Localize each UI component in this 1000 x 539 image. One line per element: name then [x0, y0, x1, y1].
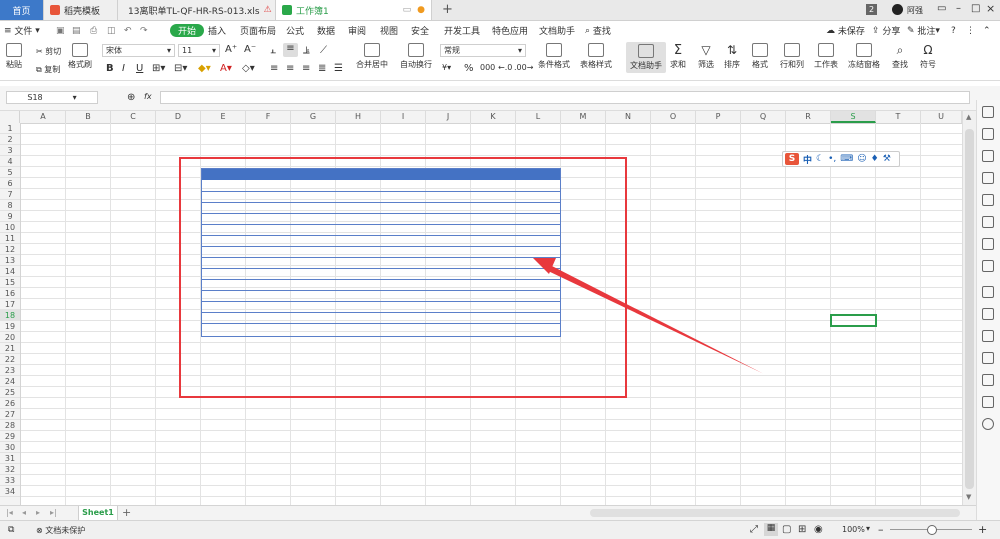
keyboard-icon[interactable]: ⌨ — [840, 154, 853, 164]
reading-view-icon[interactable]: ◉ — [814, 524, 823, 535]
share-panel-icon[interactable] — [982, 308, 994, 320]
help-panel-icon[interactable] — [982, 418, 994, 430]
protect-label: 文档未保护 — [45, 526, 86, 535]
moon-icon[interactable]: ☾ — [816, 154, 824, 164]
table-overlay — [179, 157, 877, 398]
archive-icon[interactable] — [982, 330, 994, 342]
sheet-bar: |◂ ◂ ▸ ▸| Sheet1 + — [0, 505, 976, 521]
user-icon[interactable]: ☺ — [857, 154, 866, 164]
next-sheet-icon[interactable]: ▸ — [36, 508, 40, 517]
function-panel-icon[interactable] — [982, 260, 994, 272]
horizontal-scrollbar[interactable] — [590, 509, 960, 517]
chart-icon[interactable] — [982, 216, 994, 228]
shape-icon[interactable] — [982, 150, 994, 162]
image-icon[interactable] — [982, 352, 994, 364]
table-outline — [201, 168, 561, 337]
ime-toolbar[interactable]: S 中 ☾ •, ⌨ ☺ ♦ ⚒ — [782, 151, 900, 167]
selection-icon[interactable] — [982, 194, 994, 206]
ime-mode-label[interactable]: 中 — [803, 153, 812, 166]
ime-logo-icon: S — [785, 153, 799, 165]
macro-icon[interactable]: ⧉ — [8, 525, 14, 535]
normal-view-icon[interactable]: ▦ — [764, 523, 778, 536]
scroll-up-icon[interactable]: ▲ — [966, 113, 971, 121]
zoom-in-icon[interactable]: + — [978, 523, 987, 536]
zoom-dropdown-icon[interactable]: ▾ — [866, 524, 870, 533]
page-break-view-icon[interactable]: ⊞ — [798, 524, 806, 535]
record-icon[interactable] — [982, 396, 994, 408]
scroll-thumb[interactable] — [965, 129, 974, 489]
protect-status[interactable]: ⊗ 文档未保护 — [36, 525, 85, 536]
style-icon[interactable] — [982, 128, 994, 140]
right-sidebar — [976, 100, 1000, 520]
table-borders — [201, 168, 561, 337]
pointer-icon[interactable] — [982, 106, 994, 118]
table-header-band — [201, 168, 561, 180]
backup-icon[interactable] — [982, 286, 994, 298]
skin-icon[interactable]: ♦ — [871, 154, 879, 164]
selected-cell[interactable] — [830, 314, 877, 327]
history-icon[interactable] — [982, 374, 994, 386]
first-sheet-icon[interactable]: |◂ — [6, 508, 13, 517]
last-sheet-icon[interactable]: ▸| — [50, 508, 57, 517]
zoom-slider-thumb[interactable] — [927, 525, 937, 535]
vertical-scrollbar[interactable]: ▲ ▼ — [962, 111, 977, 505]
wrench-icon[interactable]: ⚒ — [883, 154, 891, 164]
shield-icon: ⊗ — [36, 526, 46, 535]
status-bar: ⧉ ⊗ 文档未保护 ⤢ ▦ ▢ ⊞ ◉ 100% ▾ – + — [0, 520, 1000, 539]
annotation-box — [179, 157, 627, 398]
zoom-out-icon[interactable]: – — [878, 523, 884, 536]
annotation-arrow-shaft — [546, 264, 764, 374]
property-icon[interactable] — [982, 172, 994, 184]
scroll-down-icon[interactable]: ▼ — [966, 493, 971, 501]
add-sheet-icon[interactable]: + — [122, 506, 131, 519]
table-icon[interactable] — [982, 238, 994, 250]
punctuation-icon[interactable]: •, — [828, 154, 836, 164]
zoom-level[interactable]: 100% — [842, 525, 865, 534]
sheet-tab-sheet1[interactable]: Sheet1 — [78, 506, 118, 521]
fullscreen-icon[interactable]: ⤢ — [750, 524, 758, 535]
prev-sheet-icon[interactable]: ◂ — [22, 508, 26, 517]
page-layout-view-icon[interactable]: ▢ — [782, 524, 791, 535]
